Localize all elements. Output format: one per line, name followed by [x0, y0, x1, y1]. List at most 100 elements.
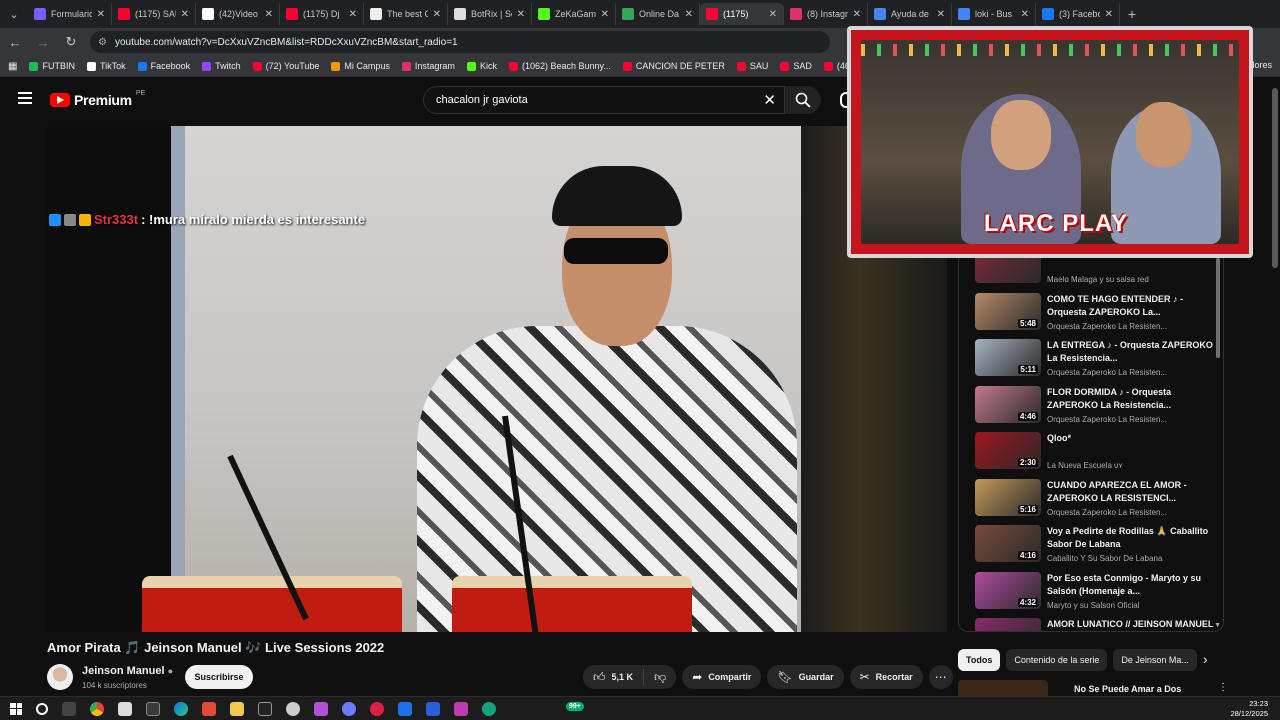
close-tab-icon[interactable]: ✕ [601, 9, 609, 20]
close-tab-icon[interactable]: ✕ [181, 9, 189, 20]
tab-search-icon[interactable]: ⌄ [0, 0, 28, 28]
search-input[interactable]: chacalon jr gaviota ✕ [423, 86, 785, 114]
browser-tab[interactable]: loki - Bus ✕ [952, 3, 1036, 25]
dislike-button[interactable]: 👎︎ [644, 665, 677, 689]
playlist-thumbnail[interactable]: 4:46 [975, 385, 1041, 423]
browser-tab[interactable]: (8) Instagr ✕ [784, 3, 868, 25]
app-icon[interactable] [370, 701, 384, 716]
bookmark-item[interactable]: CANCION DE PETER [622, 61, 725, 71]
whatsapp-icon[interactable] [482, 701, 496, 716]
bookmark-item[interactable]: Twitch [202, 61, 241, 71]
playlist-item[interactable]: 2:30 Qloo* La Nueva Escuela ᴜʏ [975, 432, 1215, 474]
url-bar[interactable]: ⚙ youtube.com/watch?v=DcXxuVZncBM&list=R… [90, 31, 830, 53]
search-button[interactable] [785, 86, 821, 114]
close-tab-icon[interactable]: ✕ [1021, 9, 1029, 20]
bookmark-item[interactable]: FUTBIN [29, 61, 75, 71]
task-view-icon[interactable] [62, 701, 76, 716]
filter-chip[interactable]: Contenido de la serie [1006, 649, 1108, 671]
app-icon[interactable] [398, 701, 412, 716]
close-tab-icon[interactable]: ✕ [97, 9, 105, 20]
close-tab-icon[interactable]: ✕ [265, 9, 273, 20]
browser-tab[interactable]: (1175) Dj ✕ [280, 3, 364, 25]
playlist-item-title[interactable]: ...y Que pague ( ...cial ) [1047, 258, 1215, 259]
playlist-item[interactable]: 5:48 COMO TE HAGO ENTENDER ♪ - Orquesta Z… [975, 292, 1215, 335]
browser-tab[interactable]: Online Da ✕ [616, 3, 700, 25]
bookmark-item[interactable]: SAD [780, 61, 812, 71]
close-tab-icon[interactable]: ✕ [517, 9, 525, 20]
new-tab-icon[interactable]: + [1120, 6, 1144, 22]
browser-tab[interactable]: The best C ✕ [364, 3, 448, 25]
related-video[interactable]: No Se Puede Amar a Dos ⋮ [958, 680, 1228, 696]
playlist-item[interactable]: 5:11 LA ENTREGA ♪ - Orquesta ZAPEROKO La … [975, 339, 1215, 381]
clip-button[interactable]: ✂ Recortar [849, 665, 923, 689]
save-button[interactable]: 🔖︎ Guardar [767, 665, 844, 689]
playlist-item-title[interactable]: Por Eso esta Conmigo - Maryto y su Salsó… [1047, 572, 1215, 598]
bookmark-item[interactable]: (1062) Beach Bunny... [508, 61, 611, 71]
browser-tab[interactable]: Ayuda de ✕ [868, 3, 952, 25]
calculator-icon[interactable] [118, 701, 132, 716]
bookmark-item[interactable]: TikTok [86, 61, 126, 71]
browser-tab[interactable]: ZeKaGam ✕ [532, 3, 616, 25]
more-options-icon[interactable]: ⋮ [1218, 682, 1228, 693]
share-button[interactable]: ➦ Compartir [682, 665, 762, 689]
video-player[interactable]: Str333t : !mura míralo mierda es interes… [47, 126, 947, 632]
browser-tab[interactable]: BotRix | Se ✕ [448, 3, 532, 25]
word-icon[interactable] [426, 701, 440, 716]
browser-tab[interactable]: (1175) ✕ [700, 3, 784, 25]
browser-tab[interactable]: (3) Facebo ✕ [1036, 3, 1120, 25]
bookmark-item[interactable]: Kick [466, 61, 497, 71]
playlist-item[interactable]: ...y Que pague ( ...cial ) Maelo Malaga y… [975, 258, 1215, 288]
like-button[interactable]: 👍︎ 5,1 K [583, 665, 644, 689]
site-info-icon[interactable]: ⚙ [98, 37, 107, 48]
close-tab-icon[interactable]: ✕ [853, 9, 861, 20]
close-tab-icon[interactable]: ✕ [433, 9, 441, 20]
close-tab-icon[interactable]: ✕ [685, 9, 693, 20]
bookmark-item[interactable]: Mi Campus [331, 61, 390, 71]
reload-icon[interactable]: ↻ [62, 34, 80, 50]
playlist-scrollbar[interactable] [1216, 258, 1220, 358]
file-explorer-icon[interactable] [230, 701, 244, 716]
playlist-thumbnail[interactable]: 5:11 [975, 339, 1041, 376]
playlist-thumbnail[interactable]: 2:30 [975, 432, 1041, 469]
app-icon[interactable] [286, 701, 300, 716]
chevron-right-icon[interactable]: › [1203, 651, 1208, 667]
browser-tab[interactable]: Formulario ✕ [28, 3, 112, 25]
playlist-thumbnail[interactable] [975, 258, 1041, 283]
playlist-item[interactable]: AMOR LUNATICO // JEINSON MANUEL // CASA … [975, 618, 1215, 631]
channel-avatar[interactable] [47, 664, 73, 690]
bookmark-item[interactable]: SAU [736, 61, 768, 71]
windows-start-icon[interactable] [10, 702, 22, 715]
app-icon[interactable] [146, 701, 160, 716]
playlist-thumbnail[interactable] [975, 618, 1041, 631]
playlist-item-title[interactable]: Voy a Pedirte de Rodillas 🙏 Caballito Sa… [1047, 525, 1215, 551]
youtube-logo[interactable]: Premium PE [50, 90, 145, 108]
playlist-thumbnail[interactable]: 5:48 [975, 292, 1041, 330]
more-actions-icon[interactable]: ⋯ [928, 665, 953, 689]
subscribe-button[interactable]: Suscribirse [185, 665, 253, 689]
bookmark-item[interactable]: (72) YouTube [252, 61, 319, 71]
browser-tab[interactable]: (1175) SAU ✕ [112, 3, 196, 25]
playlist-item-title[interactable]: Qloo* [1047, 432, 1215, 445]
playlist-item-title[interactable]: COMO TE HAGO ENTENDER ♪ - Orquesta ZAPER… [1047, 293, 1215, 319]
playlist-thumbnail[interactable]: 4:16 [975, 525, 1041, 562]
playlist-item-title[interactable]: LA ENTREGA ♪ - Orquesta ZAPEROKO La Resi… [1047, 339, 1215, 365]
playlist-item[interactable]: 5:16 CUANDO APAREZCA EL AMOR - ZAPEROKO L… [975, 478, 1215, 521]
forward-icon[interactable]: → [34, 35, 52, 50]
close-tab-icon[interactable]: ✕ [769, 9, 777, 20]
apps-icon[interactable]: ▦ [8, 61, 17, 72]
playlist-item-title[interactable]: CUANDO APAREZCA EL AMOR - ZAPEROKO LA RE… [1047, 479, 1215, 505]
chrome-icon[interactable] [90, 701, 104, 716]
filter-chip[interactable]: Todos [958, 649, 1001, 671]
playlist-item[interactable]: 4:16 Voy a Pedirte de Rodillas 🙏 Caballit… [975, 525, 1215, 567]
playlist-item[interactable]: 4:32 Por Eso esta Conmigo - Maryto y su S… [975, 571, 1215, 614]
playlist-item-title[interactable]: AMOR LUNATICO // JEINSON MANUEL // CASA … [1047, 618, 1215, 631]
page-scrollbar[interactable] [1272, 88, 1278, 268]
filter-chip[interactable]: De Jeinson Ma... [1113, 649, 1197, 671]
channel-name[interactable]: Jeinson Manuel ● [82, 665, 173, 677]
app-icon[interactable] [258, 701, 272, 716]
guide-menu-icon[interactable] [18, 92, 32, 104]
browser-tab[interactable]: (42)Video ✕ [196, 3, 280, 25]
app-icon[interactable] [314, 701, 328, 716]
system-clock[interactable]: 23:23 28/12/2025 [1230, 699, 1268, 719]
playlist-item-title[interactable]: FLOR DORMIDA ♪ - Orquesta ZAPEROKO La Re… [1047, 386, 1215, 412]
